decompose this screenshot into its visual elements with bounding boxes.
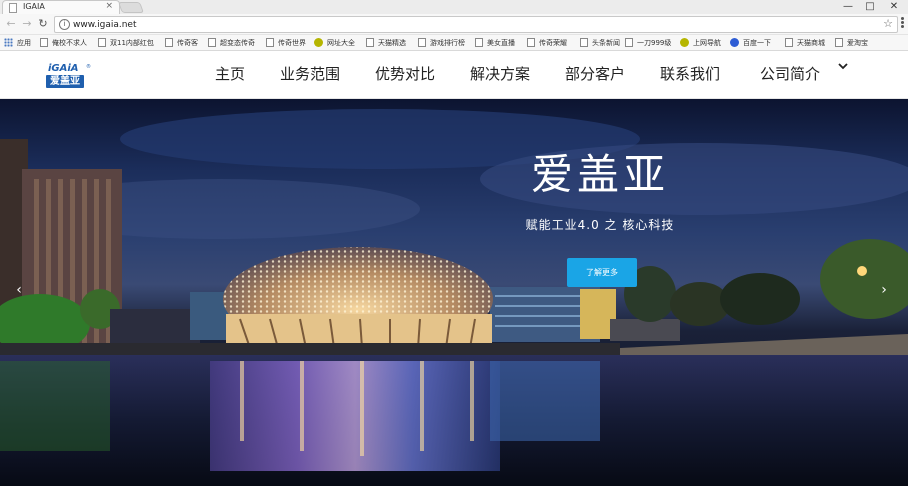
bookmarks-bar: 应用 俺校不求人 双11内部红包 传奇客 超变态传奇 传奇世界 网址大全 天猫精选 游戏排行榜 美…	[0, 35, 908, 51]
minimize-button[interactable]: —	[838, 0, 858, 13]
page-icon	[475, 38, 483, 47]
bookmark-label: 网址大全	[327, 39, 355, 47]
bookmark-star-icon[interactable]: ☆	[883, 17, 893, 30]
site-logo[interactable]: iGAiA ® 爱盖亚	[46, 63, 91, 89]
bookmark-label: 一刀999级	[637, 39, 672, 47]
tab-title: IGAIA	[23, 2, 45, 11]
browser-tab[interactable]: IGAIA ×	[2, 0, 120, 14]
ie-icon	[314, 38, 323, 47]
bookmark-item[interactable]: 传奇荣耀	[527, 37, 567, 49]
page-icon	[40, 38, 48, 47]
page-icon	[165, 38, 173, 47]
address-bar[interactable]: i www.igaia.net ☆	[54, 16, 898, 33]
info-icon[interactable]: i	[59, 19, 70, 30]
tab-strip: IGAIA × — □ ✕	[0, 0, 908, 14]
page-icon	[266, 38, 274, 47]
bookmark-item[interactable]: 双11内部红包	[98, 37, 154, 49]
nav-item-clients[interactable]: 部分客户	[565, 64, 625, 84]
baidu-icon	[730, 38, 739, 47]
bookmark-label: 头条新闻	[592, 39, 620, 47]
bookmark-item[interactable]: 百度一下	[730, 37, 771, 49]
site-header: iGAiA ® 爱盖亚 主页 业务范围 优势对比 解决方案 部分客户 联系我们 …	[0, 51, 908, 99]
url-text[interactable]: www.igaia.net	[73, 19, 137, 31]
bookmark-item[interactable]: 应用	[4, 37, 31, 49]
close-icon[interactable]: ×	[105, 1, 113, 11]
hero-title: 爱盖亚	[530, 150, 669, 199]
bookmark-label: 天猫商城	[797, 39, 825, 47]
bookmark-item[interactable]: 爱淘宝	[835, 37, 868, 49]
bookmark-label: 天猫精选	[378, 39, 406, 47]
chevron-down-icon[interactable]	[837, 62, 849, 72]
page-icon	[580, 38, 588, 47]
bookmark-item[interactable]: 上网导航	[680, 37, 721, 49]
hero-banner: 爱盖亚 赋能工业4.0 之 核心科技 了解更多 ‹ ›	[0, 99, 908, 486]
bookmark-item[interactable]: 一刀999级	[625, 37, 671, 49]
page-icon	[835, 38, 843, 47]
nav-item-business[interactable]: 业务范围	[280, 64, 340, 84]
bookmark-label: 游戏排行榜	[430, 39, 465, 47]
browser-menu-icon[interactable]	[900, 16, 906, 30]
bookmark-item[interactable]: 超变态传奇	[208, 37, 255, 49]
bookmark-label: 应用	[17, 39, 31, 47]
reload-icon[interactable]: ↻	[36, 17, 50, 31]
nav-item-about[interactable]: 公司简介	[760, 64, 820, 84]
logo-registered-mark: ®	[86, 64, 91, 70]
bookmark-item[interactable]: 美女直播	[475, 37, 515, 49]
learn-more-button[interactable]: 了解更多	[567, 258, 637, 287]
page-icon	[366, 38, 374, 47]
bookmark-label: 超变态传奇	[220, 39, 255, 47]
browser-toolbar: ← → ↻ i www.igaia.net ☆	[0, 14, 908, 35]
bookmark-item[interactable]: 游戏排行榜	[418, 37, 465, 49]
page-icon	[98, 38, 106, 47]
bookmark-item[interactable]: 传奇客	[165, 37, 198, 49]
back-icon[interactable]: ←	[4, 17, 18, 31]
bookmark-label: 传奇世界	[278, 39, 306, 47]
bookmark-item[interactable]: 天猫精选	[366, 37, 406, 49]
logo-wordmark: iGAiA	[48, 63, 79, 74]
forward-icon[interactable]: →	[20, 17, 34, 31]
hero-subtitle: 赋能工业4.0 之 核心科技	[525, 218, 675, 232]
bookmark-item[interactable]: 头条新闻	[580, 37, 620, 49]
page-icon	[785, 38, 793, 47]
bookmark-label: 爱淘宝	[847, 39, 868, 47]
apps-icon	[4, 38, 13, 47]
bookmark-item[interactable]: 传奇世界	[266, 37, 306, 49]
bookmark-label: 双11内部红包	[110, 39, 154, 47]
page-icon	[527, 38, 535, 47]
page-icon	[208, 38, 216, 47]
ie-icon	[680, 38, 689, 47]
bookmark-label: 传奇客	[177, 39, 198, 47]
chevron-right-icon[interactable]: ›	[877, 282, 891, 298]
nav-item-contact[interactable]: 联系我们	[660, 64, 720, 84]
page-icon	[418, 38, 426, 47]
nav-item-home[interactable]: 主页	[215, 64, 245, 84]
bookmark-item[interactable]: 网址大全	[314, 37, 355, 49]
nav-item-advantages[interactable]: 优势对比	[375, 64, 435, 84]
chevron-left-icon[interactable]: ‹	[12, 282, 26, 298]
window-close-button[interactable]: ✕	[884, 0, 904, 13]
nav-item-solutions[interactable]: 解决方案	[470, 64, 530, 84]
bookmark-label: 美女直播	[487, 39, 515, 47]
bookmark-label: 传奇荣耀	[539, 39, 567, 47]
hero-background-image	[0, 109, 908, 486]
logo-chinese-name: 爱盖亚	[46, 75, 84, 88]
bookmark-item[interactable]: 天猫商城	[785, 37, 825, 49]
page-icon	[9, 3, 17, 13]
bookmark-label: 百度一下	[743, 39, 771, 47]
bookmark-item[interactable]: 俺校不求人	[40, 37, 87, 49]
maximize-button[interactable]: □	[860, 0, 880, 13]
bookmark-label: 俺校不求人	[52, 39, 87, 47]
page-icon	[625, 38, 633, 47]
new-tab-button[interactable]	[117, 2, 145, 13]
bookmark-label: 上网导航	[693, 39, 721, 47]
